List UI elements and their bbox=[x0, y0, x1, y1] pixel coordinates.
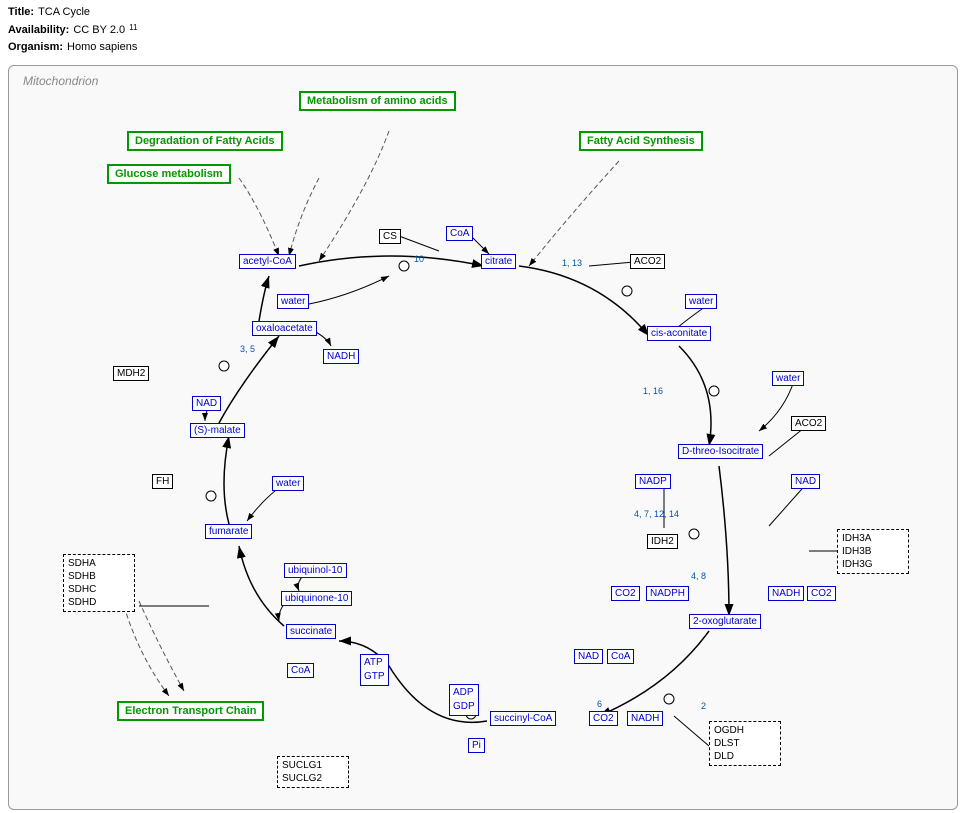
enzyme-idh2[interactable]: IDH2 bbox=[647, 534, 678, 549]
metabolite-oxaloacetate[interactable]: oxaloacetate bbox=[252, 321, 317, 336]
metabolite-water2[interactable]: water bbox=[272, 476, 304, 491]
metabolite-ubiquinol[interactable]: ubiquinol-10 bbox=[284, 563, 347, 578]
metabolite-citrate[interactable]: citrate bbox=[481, 254, 516, 269]
avail-label: Availability: bbox=[8, 22, 69, 40]
avail-superscript: 11 bbox=[129, 22, 137, 40]
metabolite-d-isocitrate[interactable]: D-threo-Isocitrate bbox=[678, 444, 763, 459]
pathway-fatty-syn[interactable]: Fatty Acid Synthesis bbox=[579, 131, 703, 151]
title-value: TCA Cycle bbox=[38, 4, 90, 22]
num-3-5: 3, 5 bbox=[240, 344, 255, 354]
enzyme-group-sdh: SDHA SDHB SDHC SDHD bbox=[63, 554, 135, 612]
metabolite-nadh-bot[interactable]: NADH bbox=[627, 711, 663, 726]
enzyme-group-idh3: IDH3A IDH3B IDH3G bbox=[837, 529, 909, 574]
num-1-16: 1, 16 bbox=[643, 386, 663, 396]
metabolite-nad1[interactable]: NAD bbox=[192, 396, 221, 411]
pathway-glucose[interactable]: Glucose metabolism bbox=[107, 164, 231, 184]
metabolite-water3[interactable]: water bbox=[685, 294, 717, 309]
metabolite-coa-top[interactable]: CoA bbox=[446, 226, 473, 241]
org-label: Organism: bbox=[8, 39, 63, 57]
num-2: 2 bbox=[701, 701, 706, 711]
title-label: Title: bbox=[8, 4, 34, 22]
metabolite-cis-aconitate[interactable]: cis-aconitate bbox=[647, 326, 711, 341]
metabolite-succinate[interactable]: succinate bbox=[286, 624, 336, 639]
avail-value: CC BY 2.0 bbox=[73, 22, 125, 40]
num-4-7-12-14: 4, 7, 12, 14 bbox=[634, 509, 679, 519]
diagram-container: Mitochondrion bbox=[8, 65, 958, 810]
metabolite-ubiquinone[interactable]: ubiquinone-10 bbox=[281, 591, 352, 606]
num-10: 10 bbox=[414, 254, 424, 264]
num-4-8: 4, 8 bbox=[691, 571, 706, 581]
metabolite-nadp[interactable]: NADP bbox=[635, 474, 671, 489]
metabolite-nadph[interactable]: NADPH bbox=[646, 586, 689, 601]
metabolite-succinylcoa[interactable]: succinyl-CoA bbox=[490, 711, 556, 726]
metabolite-smalate[interactable]: (S)-malate bbox=[190, 423, 245, 438]
pathway-fatty-deg[interactable]: Degradation of Fatty Acids bbox=[127, 131, 283, 151]
pathway-amino[interactable]: Metabolism of amino acids bbox=[299, 91, 456, 111]
enzyme-fh[interactable]: FH bbox=[152, 474, 173, 489]
metabolite-adp-gdp[interactable]: ADPGDP bbox=[449, 684, 479, 716]
num-1-13: 1, 13 bbox=[562, 258, 582, 268]
metabolite-coa1[interactable]: CoA bbox=[287, 663, 314, 678]
metabolite-water1[interactable]: water bbox=[277, 294, 309, 309]
metabolite-nad3[interactable]: NAD bbox=[791, 474, 820, 489]
metabolite-nadh1[interactable]: NADH bbox=[323, 349, 359, 364]
metabolite-coa2[interactable]: CoA bbox=[607, 649, 634, 664]
metabolite-atp-gtp[interactable]: ATPGTP bbox=[360, 654, 389, 686]
metabolite-acetylcoa[interactable]: acetyl-CoA bbox=[239, 254, 296, 269]
enzyme-cs[interactable]: CS bbox=[379, 229, 401, 244]
enzyme-aco2-bot[interactable]: ACO2 bbox=[791, 416, 826, 431]
metabolite-pi[interactable]: Pi bbox=[468, 738, 485, 753]
metabolite-fumarate[interactable]: fumarate bbox=[205, 524, 252, 539]
pathway-etc[interactable]: Electron Transport Chain bbox=[117, 701, 264, 721]
metabolite-nadh2[interactable]: NADH bbox=[768, 586, 804, 601]
metabolite-nad2[interactable]: NAD bbox=[574, 649, 603, 664]
metabolite-co2-nadh-bot[interactable]: CO2 bbox=[589, 711, 618, 726]
enzyme-mdh2[interactable]: MDH2 bbox=[113, 366, 149, 381]
header: Title: TCA Cycle Availability: CC BY 2.0… bbox=[0, 0, 975, 61]
metabolite-2oxo[interactable]: 2-oxoglutarate bbox=[689, 614, 761, 629]
metabolite-co2-2[interactable]: CO2 bbox=[807, 586, 836, 601]
org-value: Homo sapiens bbox=[67, 39, 137, 57]
metabolite-water4[interactable]: water bbox=[772, 371, 804, 386]
metabolite-co2-1[interactable]: CO2 bbox=[611, 586, 640, 601]
enzyme-aco2-top[interactable]: ACO2 bbox=[630, 254, 665, 269]
enzyme-group-suclg: SUCLG1 SUCLG2 bbox=[277, 756, 349, 788]
num-6: 6 bbox=[597, 699, 602, 709]
enzyme-group-ogdh: OGDH DLST DLD bbox=[709, 721, 781, 766]
